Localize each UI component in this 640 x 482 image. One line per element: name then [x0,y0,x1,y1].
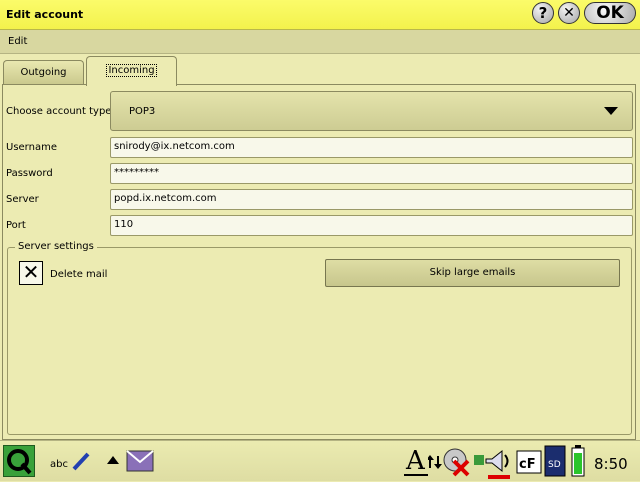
account-type-value: POP3 [129,106,156,117]
help-button[interactable]: ? [532,2,554,24]
tab-outgoing[interactable]: Outgoing [3,60,84,85]
menu-edit[interactable]: Edit [8,36,27,47]
tab-incoming[interactable]: Incoming [86,56,177,86]
username-label: Username [6,142,57,153]
delete-mail-label: Delete mail [50,269,108,280]
volume-icon[interactable] [474,449,514,482]
skip-large-emails-button[interactable]: Skip large emails [325,259,620,287]
chevron-down-icon [604,107,618,115]
taskbar: abc A cF SD 8:50 [0,440,640,481]
port-field[interactable]: 110 [110,215,633,236]
up-arrow-icon[interactable] [106,455,120,468]
password-label: Password [6,168,53,179]
cd-disabled-icon[interactable] [442,447,472,480]
network-icon[interactable] [426,455,442,472]
svg-text:A: A [405,446,426,476]
menu-bar: Edit [0,30,640,54]
ok-button[interactable]: OK [584,2,636,24]
close-button[interactable]: ✕ [558,2,580,24]
clock: 8:50 [594,455,628,473]
account-type-select[interactable]: POP3 [110,91,633,131]
port-label: Port [6,220,26,231]
server-settings-title: Server settings [15,241,97,252]
account-type-label: Choose account type [6,106,112,117]
q-launcher-icon[interactable] [3,445,35,477]
server-field[interactable]: popd.ix.netcom.com [110,189,633,210]
server-label: Server [6,194,39,205]
username-field[interactable]: snirody@ix.netcom.com [110,137,633,158]
svg-text:SD: SD [548,460,561,470]
svg-text:cF: cF [519,457,536,472]
cf-card-icon[interactable]: cF [516,449,542,478]
handwriting-icon[interactable]: abc [50,451,92,473]
font-a-icon[interactable]: A [404,445,430,480]
battery-icon [571,445,585,480]
tab-incoming-label: Incoming [106,64,157,77]
sd-card-icon[interactable]: SD [544,445,566,480]
tab-outgoing-label: Outgoing [20,67,67,78]
window-title: Edit account [6,8,84,21]
title-bar: Edit account ? ✕ OK [0,0,640,30]
mail-icon[interactable] [126,449,154,476]
password-field[interactable]: ********* [110,163,633,184]
delete-mail-checkbox[interactable]: ✕ [19,261,43,285]
